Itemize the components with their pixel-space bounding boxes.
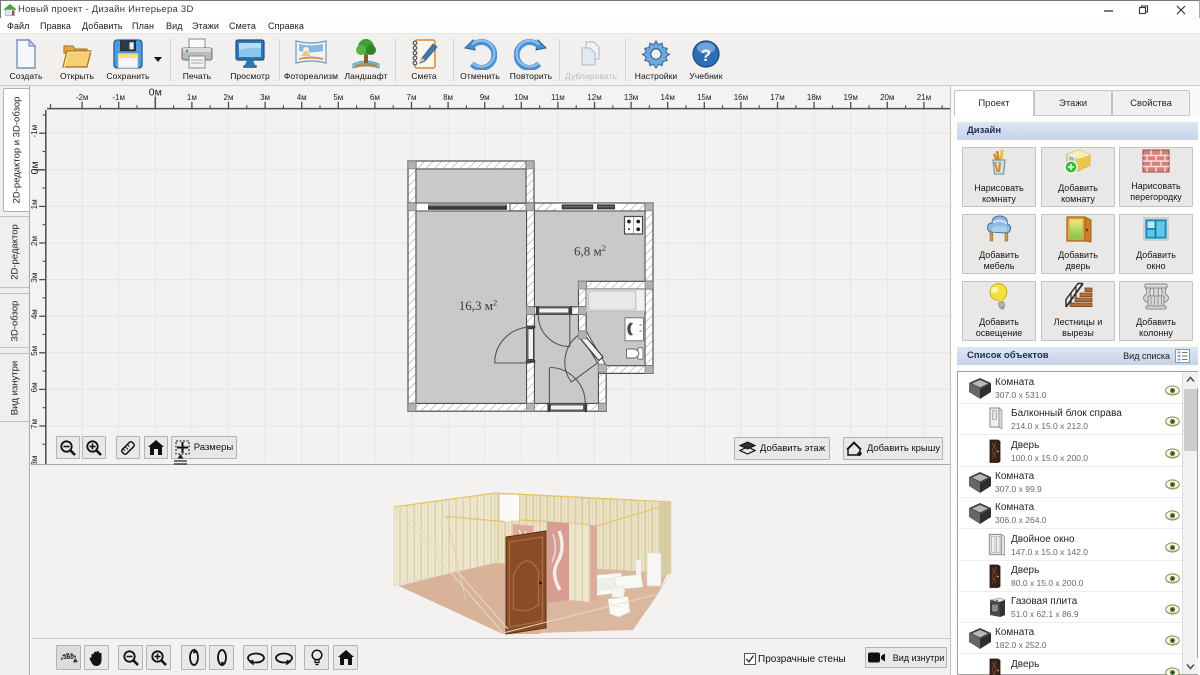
svg-text:0м: 0м	[30, 161, 41, 174]
svg-text:18м: 18м	[807, 93, 821, 102]
svg-text:-1м: -1м	[112, 93, 125, 102]
svg-text:1м: 1м	[30, 199, 39, 209]
svg-text:13м: 13м	[624, 93, 638, 102]
svg-text:6м: 6м	[30, 382, 39, 392]
svg-text:7м: 7м	[407, 93, 417, 102]
svg-text:9м: 9м	[480, 93, 490, 102]
svg-text:10м: 10м	[514, 93, 528, 102]
svg-text:15м: 15м	[697, 93, 711, 102]
svg-text:-2м: -2м	[76, 93, 89, 102]
svg-text:17м: 17м	[770, 93, 784, 102]
svg-text:3м: 3м	[260, 93, 270, 102]
svg-text:360: 360	[63, 654, 74, 661]
svg-text:0м: 0м	[149, 87, 162, 99]
svg-text:7м: 7м	[30, 419, 39, 429]
svg-text:16,3 м2: 16,3 м2	[459, 298, 497, 314]
svg-text:6м: 6м	[370, 93, 380, 102]
svg-text:-1м: -1м	[30, 125, 39, 138]
svg-text:19м: 19м	[843, 93, 857, 102]
svg-text:?: ?	[701, 46, 711, 65]
svg-text:12м: 12м	[587, 93, 601, 102]
svg-text:1м: 1м	[187, 93, 197, 102]
svg-text:2м: 2м	[30, 236, 39, 246]
svg-text:6,8 м2: 6,8 м2	[574, 243, 606, 259]
svg-text:4м: 4м	[30, 309, 39, 319]
svg-text:2м: 2м	[224, 93, 234, 102]
svg-text:8м: 8м	[443, 93, 453, 102]
svg-text:5м: 5м	[333, 93, 343, 102]
svg-text:21м: 21м	[917, 93, 931, 102]
svg-text:3м: 3м	[30, 273, 39, 283]
svg-text:5м: 5м	[30, 346, 39, 356]
svg-text:16м: 16м	[734, 93, 748, 102]
svg-text:11м: 11м	[551, 93, 565, 102]
svg-text:14м: 14м	[660, 93, 674, 102]
svg-text:20м: 20м	[880, 93, 894, 102]
svg-text:4м: 4м	[297, 93, 307, 102]
